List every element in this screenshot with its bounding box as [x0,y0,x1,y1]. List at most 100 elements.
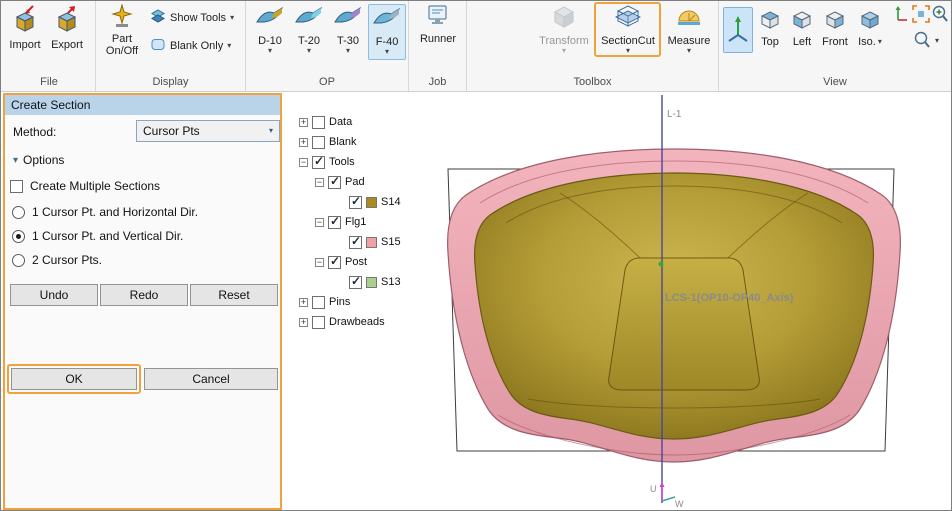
create-multiple-sections-row[interactable]: Create Multiple Sections [10,179,160,193]
tree-checkbox[interactable] [328,174,341,189]
sectioncut-icon [614,4,642,33]
reset-button[interactable]: Reset [190,284,278,306]
radio-horizontal-label: 1 Cursor Pt. and Horizontal Dir. [32,205,199,219]
3d-viewport[interactable]: L-1 LCS-1(OP10-OP40_Axis) U W + Data + B… [284,93,951,510]
tree-checkbox[interactable] [349,274,362,289]
fit-view-button[interactable] [911,3,931,27]
export-button[interactable]: Export [47,4,87,51]
radio-two-cursor-row[interactable]: 2 Cursor Pts. [12,253,102,267]
redo-button[interactable]: Redo [100,284,188,306]
options-section-toggle[interactable]: ▾ Options [13,153,64,167]
blank-only-icon [150,37,166,55]
op-t20-button[interactable]: T-20 ▾ [290,4,328,60]
panel-title: Create Section [11,98,91,112]
tree-item-tools[interactable]: − Tools [297,152,477,172]
op-t30-button[interactable]: T-30 ▾ [329,4,367,60]
tree-item-s14[interactable]: S14 [297,192,477,212]
view-top-button[interactable]: Top [755,9,785,48]
op-d10-button[interactable]: D-10 ▾ [251,4,289,60]
expand-toggle-icon[interactable]: + [299,317,308,327]
sectioncut-button[interactable]: SectionCut ▾ [597,4,659,55]
expand-toggle-icon[interactable]: − [315,177,324,187]
triad-w-label: W [675,499,684,509]
expand-toggle-icon[interactable]: + [299,117,308,127]
tree-item-data[interactable]: + Data [297,112,477,132]
tree-checkbox[interactable] [349,194,362,209]
expand-toggle-icon[interactable]: − [315,217,324,227]
zoom-in-button[interactable] [931,3,949,27]
cancel-button[interactable]: Cancel [144,368,278,390]
view-triad-button[interactable] [723,7,753,53]
show-tools-dropdown[interactable]: Show Tools ▾ [150,6,234,30]
method-label: Method: [13,125,57,139]
view-iso-button[interactable]: Iso. ▾ [853,9,887,48]
show-tools-caret-icon: ▾ [230,13,235,22]
tree-checkbox[interactable] [349,234,362,249]
tree-item-s15[interactable]: S15 [297,232,477,252]
measure-button[interactable]: Measure ▾ [663,4,715,55]
op-t20-icon [294,4,324,33]
tree-item-flg1[interactable]: − Flg1 [297,212,477,232]
tree-item-blank[interactable]: + Blank [297,132,477,152]
section-line-label: L-1 [667,109,682,120]
blank-only-label: Blank Only [170,40,224,52]
tree-item-label: Tools [329,156,355,168]
view-left-icon [791,9,813,34]
expand-toggle-icon[interactable]: − [299,157,308,167]
op-d10-icon [255,4,285,33]
tree-checkbox[interactable] [312,135,325,149]
method-select[interactable]: Cursor Pts ▾ [136,120,280,142]
panel-title-bar: Create Section [5,95,280,115]
tree-item-pad[interactable]: − Pad [297,172,477,192]
export-icon [54,4,80,37]
radio-two-cursor[interactable] [12,253,25,267]
runner-button[interactable]: Runner [413,4,463,45]
radio-horizontal-row[interactable]: 1 Cursor Pt. and Horizontal Dir. [12,205,198,219]
tree-item-s13[interactable]: S13 [297,272,477,292]
expand-toggle-icon[interactable]: + [299,297,308,307]
blank-only-dropdown[interactable]: Blank Only ▾ [150,34,231,58]
triad-u-label: U [650,484,657,494]
transform-button[interactable]: Transform ▾ [537,4,591,55]
create-multiple-checkbox[interactable] [10,179,23,193]
undo-button[interactable]: Undo [10,284,98,306]
zoom-options-dropdown[interactable]: ▾ [913,29,939,53]
tree-checkbox[interactable] [312,295,325,309]
tree-checkbox[interactable] [312,115,325,129]
tree-checkbox[interactable] [328,214,341,229]
show-tools-label: Show Tools [170,12,227,24]
expand-toggle-icon[interactable]: − [315,257,324,267]
tree-item-label: Data [329,116,353,128]
expand-toggle-icon[interactable]: + [299,137,308,147]
tree-item-label: S14 [381,196,401,208]
view-front-button[interactable]: Front [819,9,851,48]
tree-item-post[interactable]: − Post [297,252,477,272]
tree-item-label: Pad [345,176,365,188]
radio-horizontal[interactable] [12,205,25,219]
method-value: Cursor Pts [143,124,200,138]
view-left-label: Left [792,36,812,48]
tree-item-label: Blank [329,136,357,148]
op-t30-caret-icon: ▾ [345,46,350,55]
radio-vertical-row[interactable]: 1 Cursor Pt. and Vertical Dir. [12,229,183,243]
color-swatch [366,196,377,208]
view-iso-caret-icon: ▾ [877,37,882,46]
lcs-axis-label: LCS-1(OP10-OP40_Axis) [665,292,794,304]
tree-checkbox[interactable] [328,254,341,269]
ok-button[interactable]: OK [11,368,137,390]
view-left-button[interactable]: Left [787,9,817,48]
measure-icon [676,4,702,33]
tree-checkbox[interactable] [312,315,325,329]
file-group-label: File [40,76,58,88]
op-f40-button[interactable]: F-40 ▾ [368,4,406,60]
op-group-label: OP [319,76,335,88]
tree-item-drawbeads[interactable]: + Drawbeads [297,312,477,332]
radio-vertical[interactable] [12,229,25,243]
part-onoff-button[interactable]: Part On/Off [99,3,145,57]
tree-item-pins[interactable]: + Pins [297,292,477,312]
view-csys-button[interactable] [889,3,909,27]
tree-checkbox[interactable] [312,154,325,169]
import-button[interactable]: Import [5,4,45,51]
create-section-panel: Create Section Method: Cursor Pts ▾ ▾ Op… [3,93,282,510]
measure-caret-icon: ▾ [686,46,691,55]
